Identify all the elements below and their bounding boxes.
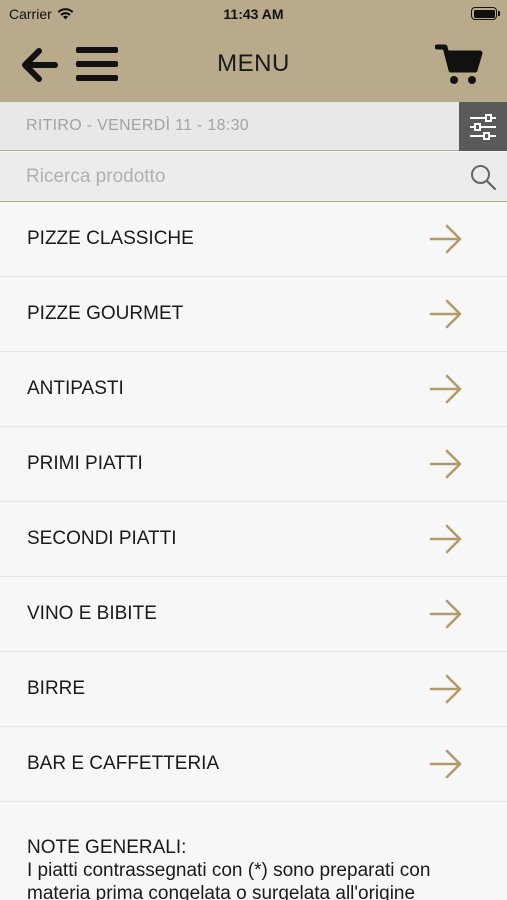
category-list: PIZZE CLASSICHE PIZZE GOURMET ANTIPASTI … [0,202,507,802]
general-notes: NOTE GENERALI: I piatti contrassegnati c… [27,836,487,900]
category-label: BIRRE [27,678,86,699]
arrow-right-icon [429,524,462,554]
category-item-secondi-piatti[interactable]: SECONDI PIATTI [0,502,507,577]
nav-bar: MENU [0,28,507,102]
search-bar [0,152,507,202]
category-label: SECONDI PIATTI [27,528,177,549]
notes-heading: NOTE GENERALI: [27,837,187,858]
arrow-right-icon [429,749,462,779]
battery-icon [471,7,500,20]
status-bar: Carrier 11:43 AM [0,0,507,28]
category-item-bar-e-caffetteria[interactable]: BAR E CAFFETTERIA [0,727,507,802]
category-item-pizze-classiche[interactable]: PIZZE CLASSICHE [0,202,507,277]
filter-sliders-icon [470,113,496,140]
search-icon[interactable] [469,163,497,191]
pickup-bar: RITIRO - VENERDÌ 11 - 18:30 [0,102,507,151]
category-label: BAR E CAFFETTERIA [27,753,220,774]
arrow-right-icon [429,599,462,629]
category-label: PIZZE CLASSICHE [27,228,194,249]
arrow-right-icon [429,449,462,479]
arrow-right-icon [429,299,462,329]
category-label: PRIMI PIATTI [27,453,143,474]
cart-icon[interactable] [435,42,483,86]
category-item-antipasti[interactable]: ANTIPASTI [0,352,507,427]
search-input[interactable] [0,152,460,201]
category-item-birre[interactable]: BIRRE [0,652,507,727]
arrow-right-icon [429,224,462,254]
arrow-right-icon [429,674,462,704]
category-label: ANTIPASTI [27,378,124,399]
category-label: PIZZE GOURMET [27,303,184,324]
pickup-label[interactable]: RITIRO - VENERDÌ 11 - 18:30 [26,117,249,135]
status-time: 11:43 AM [223,6,284,22]
category-item-vino-e-bibite[interactable]: VINO E BIBITE [0,577,507,652]
category-item-pizze-gourmet[interactable]: PIZZE GOURMET [0,277,507,352]
arrow-right-icon [429,374,462,404]
category-item-primi-piatti[interactable]: PRIMI PIATTI [0,427,507,502]
notes-text: I piatti contrassegnati con (*) sono pre… [27,860,431,900]
hamburger-icon[interactable] [76,45,118,83]
filter-button[interactable] [459,102,507,151]
back-arrow-icon[interactable] [20,46,58,84]
category-label: VINO E BIBITE [27,603,157,624]
